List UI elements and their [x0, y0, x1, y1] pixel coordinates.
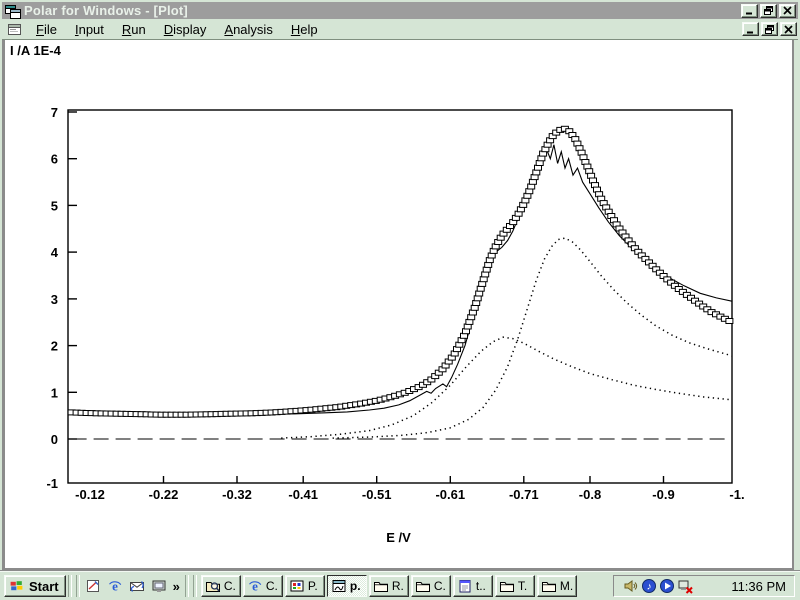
y-axis-title: I /A 1E-4	[10, 43, 61, 58]
plot-document-icon	[7, 22, 22, 36]
player-play-icon[interactable]	[658, 578, 675, 595]
menu-display[interactable]: Display	[156, 20, 215, 39]
svg-text:e: e	[112, 579, 118, 594]
taskbar: Start e » C. e C. P. p. R. C. t.. T. M. ♪ 11:36 P…	[0, 571, 800, 600]
internet-explorer-icon[interactable]: e	[106, 577, 124, 595]
folder-icon	[499, 578, 515, 594]
menu-run[interactable]: Run	[114, 20, 154, 39]
menu-analysis[interactable]: Analysis	[216, 20, 280, 39]
paint-icon	[289, 578, 305, 594]
task-button[interactable]: T.	[495, 575, 535, 597]
svg-text:e: e	[252, 579, 258, 594]
system-tray: ♪ 11:36 PM	[613, 575, 795, 597]
taskbar-divider	[185, 575, 189, 597]
notepad-icon	[457, 578, 473, 594]
mail-icon[interactable]	[128, 577, 146, 595]
title-bar: Polar for Windows - [Plot]	[2, 2, 798, 19]
document-restore-button[interactable]	[761, 22, 778, 36]
task-buttons: C. e C. P. p. R. C. t.. T. M.	[201, 575, 577, 597]
close-button[interactable]	[779, 4, 796, 18]
desktop-note-icon[interactable]	[84, 577, 102, 595]
restore-button[interactable]	[760, 4, 777, 18]
taskbar-divider	[68, 575, 72, 597]
taskbar-clock[interactable]: 11:36 PM	[731, 579, 786, 594]
polar-app-icon	[5, 4, 20, 18]
task-button[interactable]: C.	[411, 575, 451, 597]
task-button[interactable]: t..	[453, 575, 493, 597]
svg-text:♪: ♪	[646, 582, 651, 593]
internet-explorer-icon: e	[247, 578, 263, 594]
task-label: M.	[560, 579, 573, 593]
quick-launch-bar: e	[84, 577, 168, 595]
start-button[interactable]: Start	[4, 575, 66, 597]
minimize-button[interactable]	[741, 4, 758, 18]
task-button[interactable]: C.	[201, 575, 241, 597]
viewer-icon[interactable]	[150, 577, 168, 595]
screen: { "window": { "title": "Polar for Window…	[0, 0, 800, 600]
polar-window-icon	[331, 578, 347, 594]
task-label: R.	[392, 579, 404, 593]
document-close-button[interactable]	[780, 22, 797, 36]
x-axis-title: E /V	[5, 530, 792, 545]
menu-input[interactable]: Input	[67, 20, 112, 39]
player-note-icon[interactable]: ♪	[640, 578, 657, 595]
taskbar-divider	[193, 575, 197, 597]
folder-icon	[415, 578, 431, 594]
windows-logo-icon	[8, 577, 26, 595]
start-label: Start	[29, 579, 59, 594]
folder-icon	[541, 578, 557, 594]
task-label: C.	[434, 579, 446, 593]
volume-icon[interactable]	[622, 578, 639, 595]
task-button[interactable]: M.	[537, 575, 577, 597]
plot-client-area: I /A 1E-4 E /V	[2, 40, 794, 570]
menu-bar: File Input Run Display Analysis Help	[2, 19, 798, 40]
task-label: t..	[476, 579, 486, 593]
taskbar-divider	[76, 575, 80, 597]
window-title: Polar for Windows - [Plot]	[24, 3, 739, 18]
quick-launch-overflow-chevron[interactable]: »	[173, 579, 180, 594]
task-label: C.	[266, 579, 278, 593]
folder-icon	[373, 578, 389, 594]
task-button[interactable]: p.	[327, 575, 367, 597]
task-label: T.	[518, 579, 527, 593]
document-minimize-button[interactable]	[742, 22, 759, 36]
task-button[interactable]: e C.	[243, 575, 283, 597]
task-label: C.	[224, 579, 236, 593]
task-label: p.	[350, 579, 361, 593]
network-error-icon[interactable]	[676, 578, 693, 595]
menu-help[interactable]: Help	[283, 20, 326, 39]
task-button[interactable]: R.	[369, 575, 409, 597]
task-label: P.	[308, 579, 318, 593]
task-button[interactable]: P.	[285, 575, 325, 597]
tray-icons: ♪	[622, 578, 694, 595]
search-folder-icon	[205, 578, 221, 594]
menu-file[interactable]: File	[28, 20, 65, 39]
